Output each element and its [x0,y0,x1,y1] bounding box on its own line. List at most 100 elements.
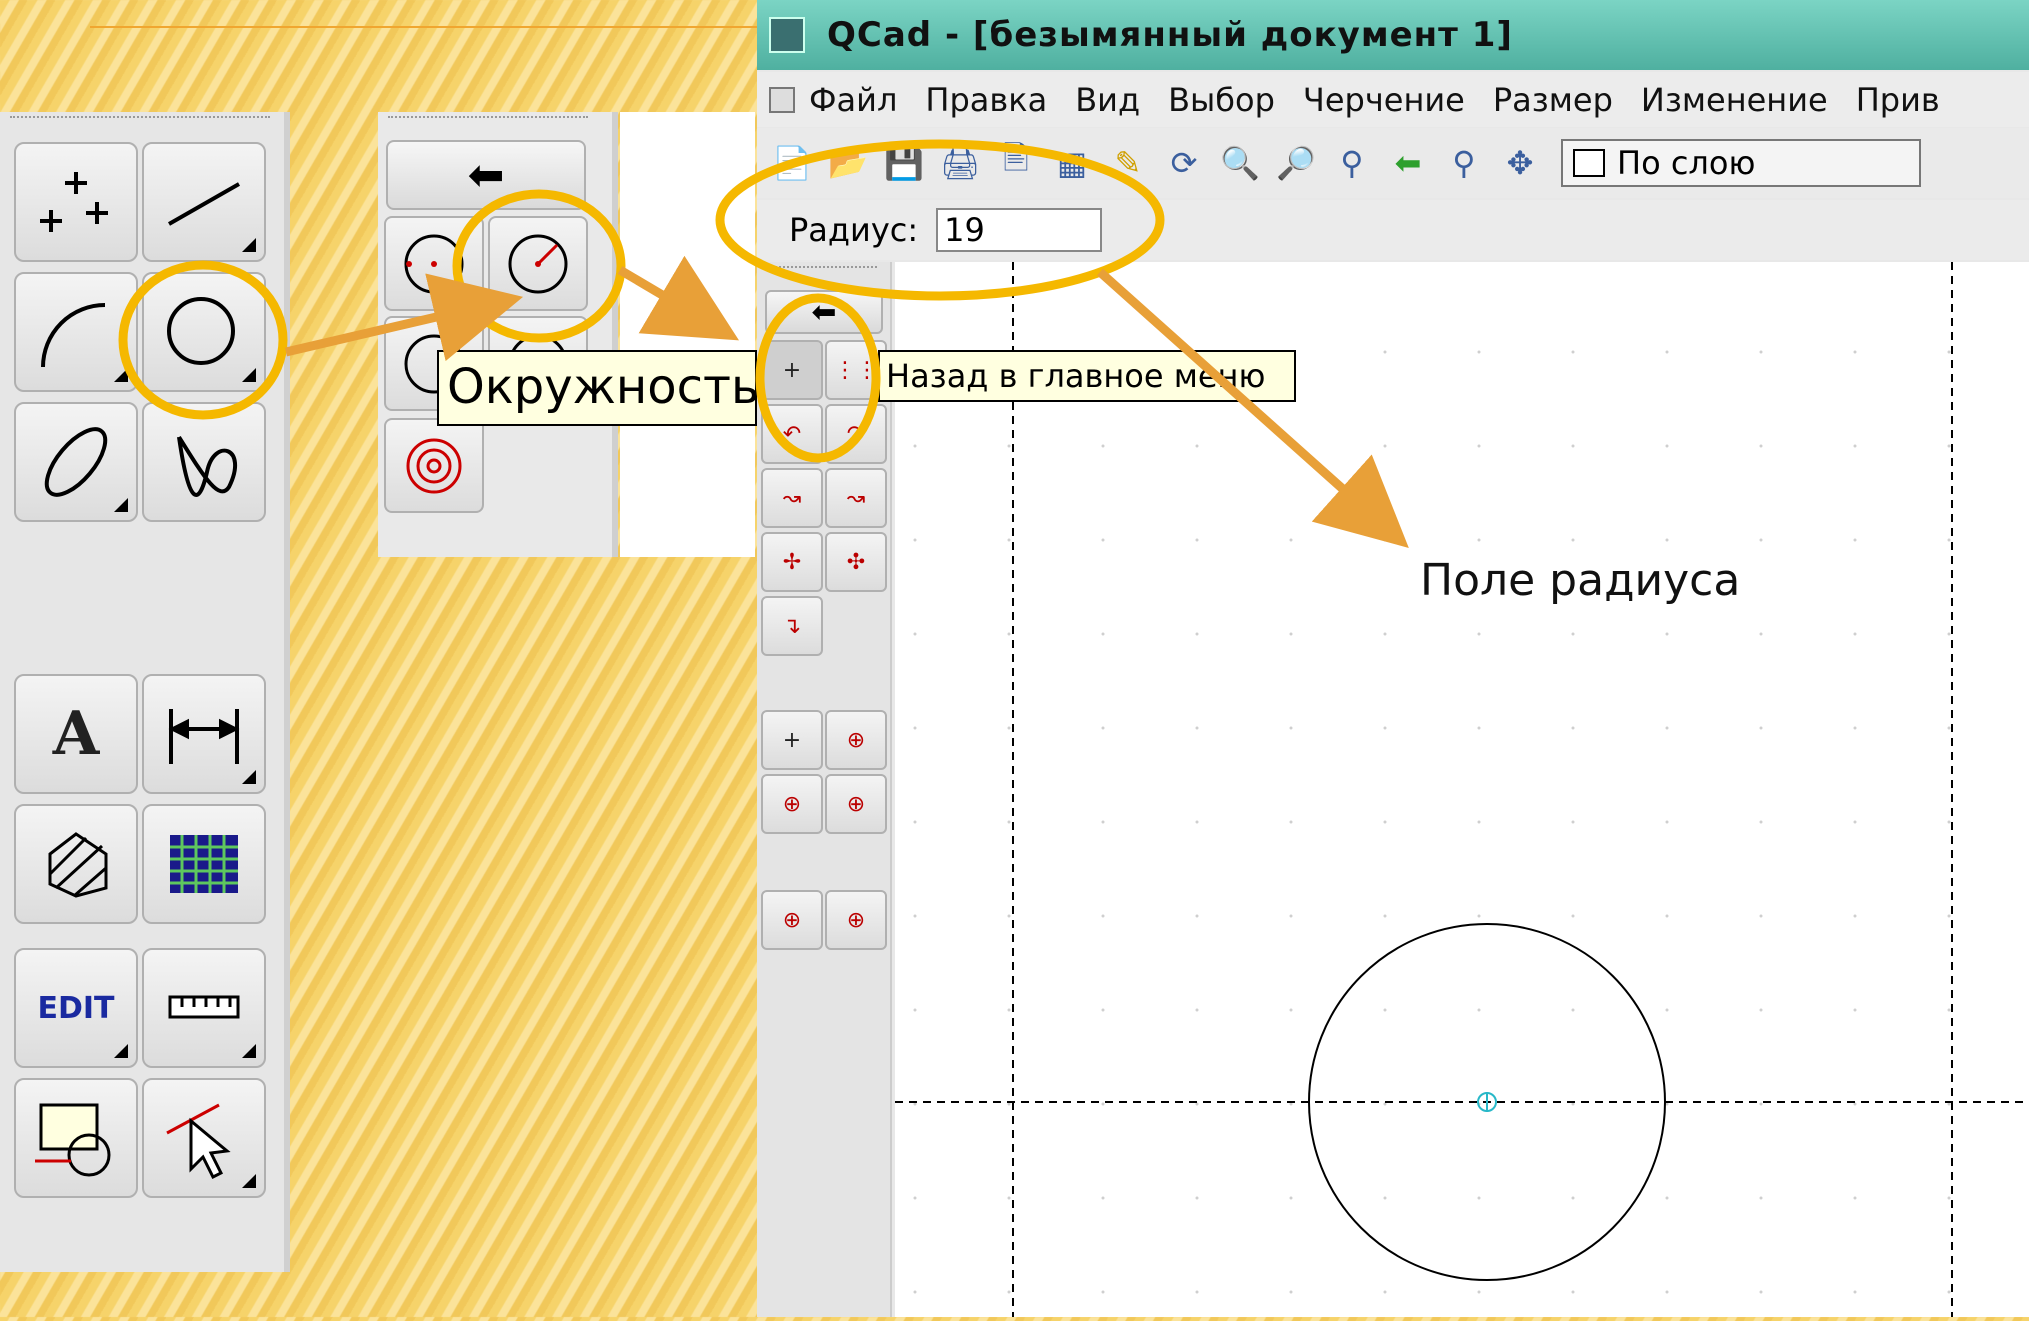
dimension-button[interactable] [142,674,266,794]
edit-button[interactable]: EDIT [14,948,138,1068]
circle-icon [167,297,235,365]
restrict-vertical-button[interactable]: ⊕ [825,774,887,834]
arc-button[interactable] [14,272,138,392]
snap-grid-icon: ⋮⋮ [834,357,878,383]
grid-toggle-icon[interactable]: ▦ [1051,142,1093,184]
circle-tooltip: Окружность [437,350,757,426]
arc-icon [41,303,106,368]
drawing-area[interactable] [895,262,2029,1317]
radius-input[interactable] [936,208,1103,252]
snap-endpoint-icon: ↶ [782,421,802,447]
pan-icon[interactable]: ✥ [1499,142,1541,184]
grid-dots [895,262,2029,1317]
menu-modify[interactable]: Изменение [1641,81,1828,119]
circle-center-point-button[interactable] [384,216,484,311]
restrict-orthogonal-button[interactable]: ⊕ [825,710,887,770]
drawing-area-fragment [620,112,755,557]
menu-snap[interactable]: Прив [1856,81,1940,119]
circle-tools-toolbar: ⬅ [378,112,618,557]
zoom-window-icon[interactable]: ⚲ [1443,142,1485,184]
menu-select[interactable]: Выбор [1168,81,1275,119]
lock-relative-zero-icon: ⊕ [846,907,866,933]
circle-center-radius-button[interactable] [488,216,588,311]
ellipse-button[interactable] [14,402,138,522]
lock-relative-zero-button[interactable]: ⊕ [825,890,887,950]
restrict-horizontal-icon: ⊕ [782,791,802,817]
dimension-icon [168,709,240,764]
drawing-canvas [895,262,2029,1317]
points-button[interactable] [14,142,138,262]
zoom-auto-icon[interactable]: ⚲ [1331,142,1373,184]
points-icon [40,172,108,232]
ruler-icon [168,995,240,1019]
relative-zero-icon: ⊕ [782,907,802,933]
restrict-nothing-button[interactable]: + [761,710,823,770]
title-bar: QCad - [безымянный документ 1] [757,0,2029,70]
zoom-in-icon[interactable]: 🔍 [1219,142,1261,184]
snap-select-button[interactable] [142,1078,266,1198]
menu-dimension[interactable]: Размер [1493,81,1613,119]
spline-icon [177,435,237,497]
layer-select-value: По слою [1617,144,1756,182]
toolbar-grip[interactable] [767,266,877,268]
restrict-horizontal-button[interactable]: ⊕ [761,774,823,834]
main-tools-toolbar: A EDIT [0,112,290,1272]
restrict-nothing-icon: + [782,727,802,753]
menu-draw[interactable]: Черчение [1303,81,1465,119]
text-button-label: A [52,699,100,769]
back-button[interactable]: ⬅ [386,140,586,210]
redraw-icon[interactable]: ⟳ [1163,142,1205,184]
snap-intersection-button[interactable]: ✣ [825,532,887,592]
text-button[interactable]: A [14,674,138,794]
snap-distance-icon: ✢ [782,549,802,575]
radius-field-annotation: Поле радиуса [1420,555,1741,606]
spline-button[interactable] [142,402,266,522]
zoom-previous-icon[interactable]: ⬅ [1387,142,1429,184]
main-toolbar: 📄 📂 💾 🖨 🖹 ▦ ✎ ⟳ 🔍 🔎 ⚲ ⬅ ⚲ ✥ По слою [757,128,2029,198]
circle-button[interactable] [142,272,266,392]
image-button[interactable] [142,804,266,924]
submenu-indicator-icon [242,1174,256,1188]
concentric-circle-button[interactable] [384,418,484,513]
snap-center-button[interactable]: ↝ [761,468,823,528]
snap-free-button[interactable]: + [761,340,823,400]
system-menu-icon[interactable] [769,86,795,113]
snap-distance-button[interactable]: ✢ [761,532,823,592]
edit-button-label: EDIT [37,990,115,1026]
menu-view[interactable]: Вид [1075,81,1140,119]
menu-edit[interactable]: Правка [925,81,1047,119]
toolbar-grip[interactable] [388,116,588,118]
window-title: QCad - [безымянный документ 1] [827,15,1513,55]
print-preview-icon[interactable]: 🖹 [995,139,1037,184]
back-to-main-tooltip: Назад в главное меню [878,350,1296,402]
measure-button[interactable] [142,948,266,1068]
print-icon[interactable]: 🖨 [939,142,981,184]
back-to-main-button[interactable]: ⬅ [765,290,883,334]
set-relative-zero-button[interactable]: ⊕ [761,890,823,950]
circle-center-radius-icon [508,234,568,293]
hatch-icon [48,832,108,898]
snap-endpoint-button[interactable]: ↶ [761,404,823,464]
toolbar-grip[interactable] [10,116,270,118]
raster-image-icon [170,835,238,893]
select-button[interactable] [14,1078,138,1198]
line-button[interactable] [142,142,266,262]
zoom-out-icon[interactable]: 🔎 [1275,142,1317,184]
submenu-indicator-icon [242,238,256,252]
new-file-icon[interactable]: 📄 [771,142,813,184]
submenu-indicator-icon [114,368,128,382]
snap-on-entity-icon: ↷ [846,421,866,447]
hatch-button[interactable] [14,804,138,924]
snap-middle-button[interactable]: ↝ [825,468,887,528]
menu-file[interactable]: Файл [809,81,897,119]
snap-on-entity-button[interactable]: ↷ [825,404,887,464]
snap-middle-icon: ↝ [846,485,866,511]
open-file-icon[interactable]: 📂 [827,142,869,184]
layer-select[interactable]: По слою [1561,139,1921,187]
snap-center-icon: ↝ [782,485,802,511]
snap-free-icon: + [782,357,802,383]
back-arrow-icon: ⬅ [467,149,505,201]
draft-mode-icon[interactable]: ✎ [1107,142,1149,184]
snap-intersection-manual-button[interactable]: ↴ [761,596,823,656]
save-icon[interactable]: 💾 [883,142,925,184]
